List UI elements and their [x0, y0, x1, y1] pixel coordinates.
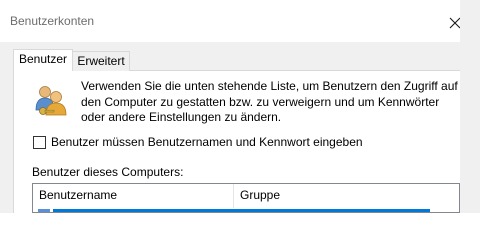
column-header-username[interactable]: Benutzername — [33, 184, 234, 208]
user-icon — [38, 209, 50, 212]
require-password-label[interactable]: Benutzer müssen Benutzernamen und Kennwo… — [51, 135, 363, 149]
users-icon — [35, 86, 67, 116]
users-list-label: Benutzer dieses Computers: — [32, 165, 184, 179]
scrollbar[interactable] — [460, 0, 480, 213]
tab-erweitert[interactable]: Erweitert — [73, 51, 130, 71]
column-header-group[interactable]: Gruppe — [234, 184, 459, 208]
window-title: Benutzerkonten — [10, 14, 95, 28]
users-list[interactable]: Benutzername Gruppe — [32, 183, 460, 213]
table-row[interactable] — [33, 209, 459, 212]
tab-benutzer[interactable]: Benutzer — [13, 49, 73, 71]
require-password-checkbox[interactable] — [33, 136, 46, 149]
title-bar: Benutzerkonten — [0, 0, 480, 42]
row-selection-highlight — [53, 209, 430, 212]
intro-text: Verwenden Sie die unten stehende Liste, … — [81, 79, 458, 124]
